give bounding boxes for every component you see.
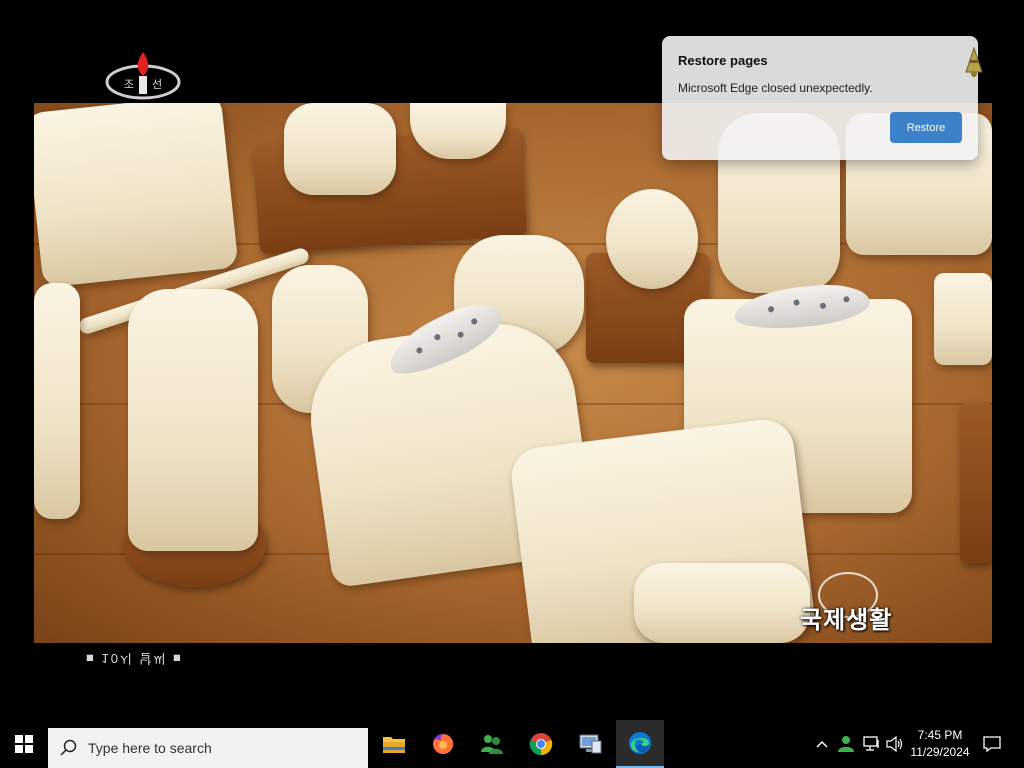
restore-pages-popup: Restore pages Microsoft Edge closed unex… (662, 36, 978, 160)
video-frame (34, 103, 992, 643)
chevron-up-icon (816, 740, 828, 748)
taskbar-clock[interactable]: 7:45 PM 11/29/2024 (904, 720, 976, 768)
network-computer-button[interactable] (566, 720, 614, 768)
channel-logo-icon: 조 선 (105, 52, 181, 100)
tray-people-icon-button[interactable] (834, 720, 858, 768)
user-status-icon (838, 736, 854, 752)
svg-text:조: 조 (124, 78, 134, 91)
network-status-button[interactable] (860, 720, 884, 768)
windows-icon (15, 735, 33, 753)
notification-icon (983, 736, 1001, 752)
popup-title: Restore pages (678, 53, 768, 68)
search-placeholder: Type here to search (88, 740, 212, 756)
clock-date: 11/29/2024 (910, 745, 970, 759)
chrome-icon (529, 733, 553, 756)
bell-icon (965, 46, 983, 77)
restore-button[interactable]: Restore (890, 112, 962, 143)
speaker-icon (886, 736, 903, 752)
show-hidden-icons-button[interactable] (812, 720, 832, 768)
search-icon (60, 739, 77, 756)
chrome-button[interactable] (517, 720, 565, 768)
svg-text:선: 선 (152, 78, 162, 91)
computer-icon (579, 734, 602, 754)
volume-button[interactable] (884, 720, 906, 768)
taskbar: Type here to search 7:45 PM 11/29/2024 (0, 720, 1024, 768)
time-banner: ■ 10시 날씨 ■ (86, 651, 183, 666)
start-button[interactable] (0, 720, 48, 768)
firefox-button[interactable] (419, 720, 467, 768)
edge-button[interactable] (616, 720, 664, 768)
popup-message: Microsoft Edge closed unexpectedly. (678, 81, 873, 95)
program-caption: 국제생활 (800, 607, 893, 634)
edge-icon (629, 732, 651, 754)
firefox-icon (433, 733, 454, 754)
network-icon (863, 736, 879, 751)
action-center-button[interactable] (978, 720, 1006, 768)
clock-time: 7:45 PM (917, 728, 963, 742)
search-box[interactable]: Type here to search (48, 728, 368, 768)
folder-icon (383, 737, 405, 753)
file-explorer-button[interactable] (370, 720, 418, 768)
people-icon (481, 735, 503, 754)
people-button[interactable] (468, 720, 516, 768)
